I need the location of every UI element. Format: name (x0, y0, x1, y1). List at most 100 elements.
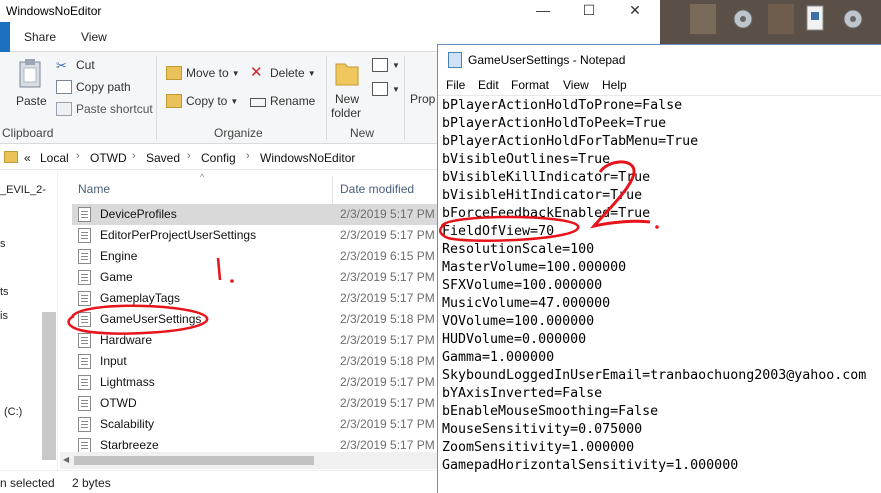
file-name: OTWD (100, 396, 137, 410)
clipboard-icon (19, 59, 41, 88)
notepad-text-area[interactable]: bPlayerActionHoldToProne=False bPlayerAct… (438, 95, 881, 493)
selection-status: n selected (0, 476, 55, 490)
notepad-line: bVisibleHitIndicator=True (442, 188, 643, 203)
breadcrumb-saved[interactable]: Saved (146, 151, 180, 165)
paste-shortcut-button[interactable]: Paste shortcut (56, 102, 153, 116)
file-name: Scalability (100, 417, 155, 431)
organize-group-label: Organize (214, 126, 263, 140)
menu-file[interactable]: File (446, 78, 465, 92)
nav-item[interactable]: _EVIL_2- (0, 184, 46, 196)
notepad-line: bPlayerActionHoldForTabMenu=True (442, 134, 699, 149)
file-name: Input (100, 354, 127, 368)
file-icon (78, 375, 91, 390)
nav-item[interactable]: s (0, 238, 6, 250)
chevron-down-icon: ▼ (307, 68, 316, 78)
file-name: EditorPerProjectUserSettings (100, 228, 257, 242)
notepad-line: bVisibleKillIndicator=True (442, 170, 651, 185)
scroll-left-icon[interactable]: ◀ (63, 455, 69, 464)
notepad-line: MusicVolume=47.000000 (442, 296, 611, 311)
document-icon[interactable] (802, 4, 828, 34)
file-icon (78, 291, 91, 306)
new-item-button[interactable]: ▼ (372, 58, 400, 72)
copy-folder-icon (166, 94, 182, 108)
copy-path-button[interactable]: Copy path (56, 80, 131, 94)
notepad-line: MouseSensitivity=0.075000 (442, 422, 643, 437)
horizontal-scrollbar[interactable]: ◀ (60, 452, 438, 469)
notepad-line: ZoomSensitivity=1.000000 (442, 440, 635, 455)
breadcrumb-windowsnoeditor[interactable]: WindowsNoEditor (260, 151, 355, 165)
easy-access-button[interactable]: ▼ (372, 82, 400, 96)
column-header-date[interactable]: Date modified (340, 182, 414, 196)
notepad-line: VOVolume=100.000000 (442, 314, 595, 329)
notepad-menu-bar: File Edit Format View Help (438, 75, 881, 95)
tab-share[interactable]: Share (24, 30, 56, 44)
ribbon-separator (326, 56, 327, 140)
new-folder-label-1: New (335, 92, 360, 106)
horizontal-scrollbar-thumb[interactable] (74, 456, 314, 465)
scissors-icon: ✂ (56, 58, 67, 73)
breadcrumb-separator-icon: › (246, 150, 250, 162)
breadcrumb-overflow[interactable]: « (24, 151, 31, 165)
gear-icon[interactable] (730, 4, 756, 34)
breadcrumb-config[interactable]: Config (201, 151, 236, 165)
nav-item-c-drive[interactable]: (C:) (4, 406, 22, 418)
file-icon (78, 417, 91, 432)
nav-item[interactable]: ts (0, 286, 9, 298)
close-button[interactable]: ✕ (612, 0, 658, 22)
column-divider[interactable] (332, 176, 333, 204)
notepad-line: bPlayerActionHoldToProne=False (442, 98, 683, 113)
rename-button[interactable]: Rename (250, 94, 315, 108)
explorer-titlebar[interactable]: WindowsNoEditor — ☐ ✕ (0, 0, 660, 22)
window-title: WindowsNoEditor (6, 4, 102, 18)
desktop-photo-icon[interactable] (690, 4, 716, 34)
menu-view[interactable]: View (563, 78, 589, 92)
notepad-line: ResolutionScale=100 (442, 242, 595, 257)
tab-view[interactable]: View (81, 30, 107, 44)
notepad-window: GameUserSettings - Notepad File Edit For… (437, 44, 881, 493)
tab-file[interactable] (0, 22, 10, 52)
breadcrumb-otwd[interactable]: OTWD (90, 151, 127, 165)
file-icon (78, 270, 91, 285)
menu-help[interactable]: Help (602, 78, 627, 92)
nav-item[interactable]: is (0, 310, 8, 322)
minimize-button[interactable]: — (520, 0, 566, 22)
move-to-button[interactable]: Move to ▼ (166, 66, 240, 80)
file-icon (78, 207, 91, 222)
new-folder-button[interactable] (334, 58, 360, 91)
menu-format[interactable]: Format (511, 78, 549, 92)
file-name: Hardware (100, 333, 153, 347)
notepad-icon (448, 52, 462, 68)
copy-to-button[interactable]: Copy to ▼ (166, 94, 238, 108)
file-icon (78, 228, 91, 243)
menu-edit[interactable]: Edit (478, 78, 499, 92)
file-icon (78, 312, 91, 327)
notepad-line: bYAxisInverted=False (442, 386, 603, 401)
notepad-line: SFXVolume=100.000000 (442, 278, 603, 293)
gear-icon[interactable] (840, 4, 866, 34)
column-header-name[interactable]: Name (78, 182, 110, 196)
notepad-line: GamepadHorizontalSensitivity=1.000000 (442, 458, 739, 473)
notepad-titlebar[interactable]: GameUserSettings - Notepad (438, 45, 881, 75)
file-name: GameplayTags (100, 291, 181, 305)
paste-button[interactable] (18, 58, 42, 91)
copy-path-icon (56, 80, 72, 94)
notepad-line: Gamma=1.000000 (442, 350, 555, 365)
selection-size: 2 bytes (72, 476, 111, 490)
file-name: GameUserSettings (100, 312, 202, 326)
delete-x-icon: ✕ (250, 64, 263, 81)
nav-scrollbar-thumb[interactable] (42, 312, 56, 460)
chevron-down-icon: ▼ (392, 84, 400, 94)
file-name: Lightmass (100, 375, 155, 389)
properties-button[interactable]: Prop (410, 92, 435, 106)
desktop-photo-icon[interactable] (768, 4, 794, 34)
cut-button[interactable]: ✂ Cut (56, 58, 95, 73)
paste-shortcut-icon (56, 102, 72, 116)
clipboard-group-label: Clipboard (2, 126, 54, 140)
file-icon (78, 333, 91, 348)
breadcrumb-local[interactable]: Local (40, 151, 69, 165)
paste-label[interactable]: Paste (16, 94, 47, 108)
maximize-button[interactable]: ☐ (566, 0, 612, 22)
new-folder-label-2: folder (331, 106, 362, 120)
notepad-line: bVisibleOutlines=True (442, 152, 611, 167)
delete-button[interactable]: ✕ Delete ▼ (250, 64, 316, 81)
